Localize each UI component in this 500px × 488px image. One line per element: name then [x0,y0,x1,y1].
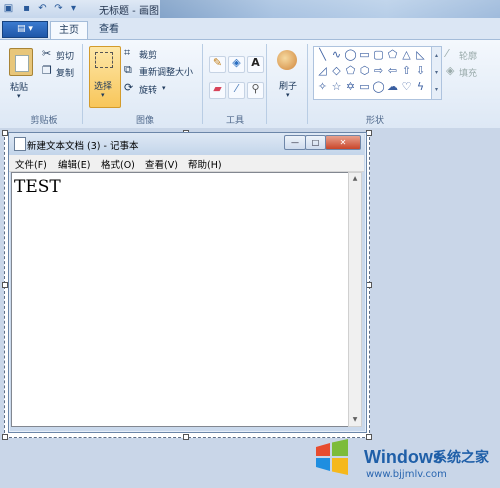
watermark-site-name: 系统之家 [433,450,489,466]
minimize-button[interactable]: — [284,135,306,150]
pencil-icon[interactable]: ✎ [209,56,226,73]
tab-home[interactable]: 主页 [50,21,88,39]
menu-file[interactable]: 文件(F) [15,157,47,171]
outline-icon[interactable]: ⁄ [446,48,448,60]
fill-button[interactable]: 填充 [459,66,477,79]
select-rect-icon [95,52,113,68]
line-shape-icon[interactable]: ╲ [316,48,329,61]
crop-icon[interactable]: ⌗ [124,47,130,59]
magnifier-icon[interactable]: ⚲ [247,82,264,99]
customize-qat-icon[interactable]: ▾ [67,2,80,15]
rotate-icon[interactable]: ⟳ [124,82,133,94]
menu-help[interactable]: 帮助(H) [188,157,222,171]
fill-bucket-icon[interactable]: ◈ [228,56,245,73]
arrow-up-shape-icon[interactable]: ⇧ [400,64,413,77]
paste-icon[interactable] [9,48,33,76]
paint-app-icon[interactable]: ▣ [2,2,15,15]
copy-icon[interactable]: ❐ [42,65,52,77]
notepad-icon [14,137,26,151]
copy-button[interactable]: 复制 [56,66,74,79]
resize-handle[interactable] [183,434,189,440]
chevron-down-icon[interactable]: ▾ [17,92,21,100]
rounded-callout-icon[interactable]: ▭ [358,80,371,93]
diamond-shape-icon[interactable]: ◇ [330,64,343,77]
oval-shape-icon[interactable]: ◯ [344,48,357,61]
watermark-brand: Windows [364,447,443,467]
tools-group-label: 工具 [225,116,244,126]
group-divider [307,44,308,124]
hexagon-shape-icon[interactable]: ⬡ [358,64,371,77]
text-tool-icon[interactable]: A [247,56,264,73]
group-divider [82,44,83,124]
heart-shape-icon[interactable]: ♡ [400,80,413,93]
rectangle-shape-icon[interactable]: ▭ [358,48,371,61]
six-point-star-icon[interactable]: ✡ [344,80,357,93]
menu-format[interactable]: 格式(O) [101,157,135,171]
resize-button[interactable]: 重新调整大小 [139,65,193,78]
right-triangle-shape-icon[interactable]: ◺ [414,48,427,61]
shapes-scroll[interactable]: ▴ ▾ ▾ [431,46,442,100]
cut-button[interactable]: 剪切 [56,49,74,62]
oval-callout-icon[interactable]: ◯ [372,80,385,93]
tab-view[interactable]: 查看 [92,21,126,38]
windows-logo-icon [316,439,348,475]
crop-button[interactable]: 裁剪 [139,48,157,61]
chevron-down-icon[interactable]: ▾ [286,91,290,99]
notepad-content: TEST [14,177,61,197]
curve-shape-icon[interactable]: ∿ [330,48,343,61]
app-menu-button[interactable]: ▤ ▾ [2,21,48,38]
save-icon[interactable]: ▪ [20,2,33,15]
resize-handle[interactable] [2,434,8,440]
window-title: 无标题 - 画图 [99,6,159,17]
eraser-icon[interactable]: ▰ [209,82,226,99]
color-picker-icon[interactable]: ⁄ [228,82,245,99]
triangle-shape-icon[interactable]: △ [400,48,413,61]
image-group-label: 图像 [135,116,154,126]
vertical-scrollbar[interactable] [348,172,362,427]
shapes-group-label: 形状 [365,116,384,126]
notepad-text-area[interactable] [11,172,350,427]
outline-button[interactable]: 轮廓 [459,49,477,62]
notepad-title: 新建文本文档 (3) - 记事本 [27,141,139,152]
polygon-shape-icon[interactable]: ⬠ [386,48,399,61]
pentagon-shape-icon[interactable]: ⬠ [344,64,357,77]
menu-view[interactable]: 查看(V) [145,157,178,171]
right-triangle-shape-icon[interactable]: ◿ [316,64,329,77]
chevron-down-icon[interactable]: ▾ [162,84,166,92]
watermark-url: www.bjjmlv.com [366,469,447,480]
cloud-callout-icon[interactable]: ☁ [386,80,399,93]
clipboard-group-label: 剪贴板 [30,116,58,126]
group-divider [202,44,203,124]
four-point-star-icon[interactable]: ✧ [316,80,329,93]
resize-icon[interactable]: ⧉ [124,64,132,76]
brush-icon [277,50,297,70]
close-button[interactable]: ✕ [325,135,361,150]
lightning-shape-icon[interactable]: ϟ [414,80,427,93]
resize-handle[interactable] [366,434,372,440]
arrow-left-shape-icon[interactable]: ⇦ [386,64,399,77]
arrow-right-shape-icon[interactable]: ⇨ [372,64,385,77]
arrow-down-shape-icon[interactable]: ⇩ [414,64,427,77]
undo-icon[interactable]: ↶ [36,2,49,15]
five-point-star-icon[interactable]: ☆ [330,80,343,93]
fill-icon[interactable]: ◈ [446,65,454,77]
scroll-down-icon[interactable]: ▼ [349,416,361,423]
taskbar-strip [160,0,500,18]
rotate-button[interactable]: 旋转 [139,83,157,96]
maximize-button[interactable]: □ [305,135,326,150]
chevron-down-icon[interactable]: ▾ [101,91,105,99]
redo-icon[interactable]: ↷ [52,2,65,15]
menu-edit[interactable]: 编辑(E) [58,157,90,171]
group-divider [266,44,267,124]
scroll-up-icon[interactable]: ▲ [349,175,361,182]
rounded-rect-shape-icon[interactable]: ▢ [372,48,385,61]
scissors-icon[interactable]: ✂ [42,48,51,60]
